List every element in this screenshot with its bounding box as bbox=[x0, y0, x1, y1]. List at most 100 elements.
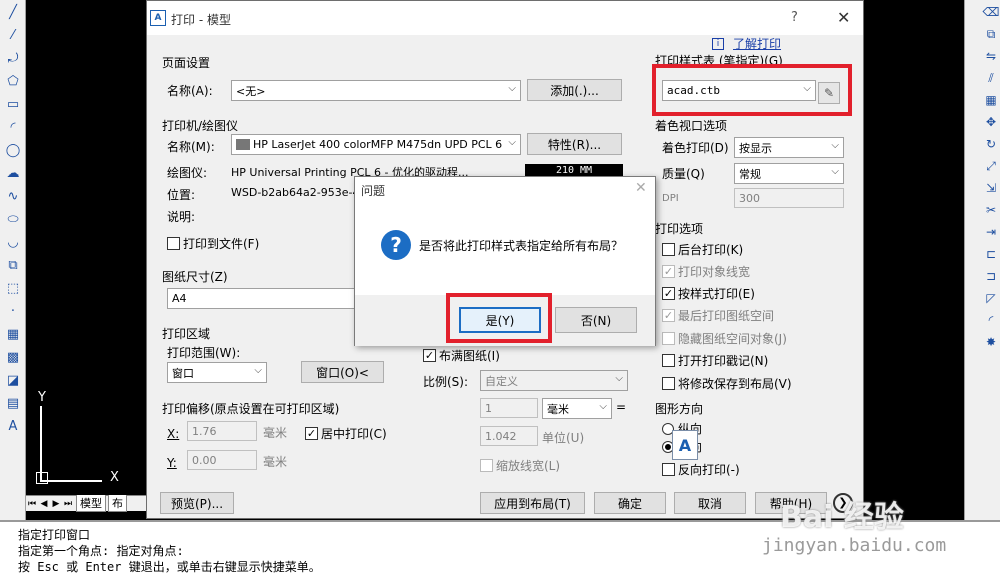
print-to-file-checkbox[interactable]: 打印到文件(F) bbox=[167, 235, 259, 252]
erase-tool-icon[interactable]: ⌫ bbox=[981, 2, 1000, 22]
apply-to-layout-button[interactable]: 应用到布局(T) bbox=[480, 492, 585, 514]
insert-block-tool-icon[interactable]: ⧉ bbox=[2, 254, 24, 276]
plot-stamp-checkbox[interactable]: 打开打印戳记(N) bbox=[662, 352, 768, 369]
polyline-tool-icon[interactable]: ⤾ bbox=[2, 47, 24, 69]
offset-y-field[interactable]: 0.00 bbox=[187, 450, 257, 470]
orientation-preview-icon: A bbox=[672, 430, 698, 460]
save-to-layout-checkbox[interactable]: 将修改保存到布局(V) bbox=[662, 375, 792, 392]
location-value: WSD-b2ab64a2-953e-436 bbox=[231, 186, 374, 199]
tab-layout[interactable]: 布 bbox=[108, 495, 127, 512]
info-icon: i bbox=[712, 38, 724, 50]
region-tool-icon[interactable]: ◪ bbox=[2, 369, 24, 391]
make-block-tool-icon[interactable]: ⬚ bbox=[2, 277, 24, 299]
background-plot-checkbox[interactable]: 后台打印(K) bbox=[662, 241, 743, 258]
scale-tool-icon[interactable]: ⤢ bbox=[981, 156, 1000, 176]
chamfer-tool-icon[interactable]: ◸ bbox=[981, 288, 1000, 308]
yes-button-highlight bbox=[446, 293, 552, 343]
plot-lineweights-checkbox[interactable]: ✓ 打印对象线宽 bbox=[662, 263, 750, 280]
gradient-tool-icon[interactable]: ▩ bbox=[2, 346, 24, 368]
command-line: 指定第一个角点: 指定对角点: bbox=[18, 544, 184, 558]
add-page-setup-button[interactable]: 添加(.)... bbox=[527, 79, 622, 101]
no-button[interactable]: 否(N) bbox=[555, 307, 637, 333]
printer-properties-button[interactable]: 特性(R)... bbox=[527, 133, 622, 155]
cancel-button[interactable]: 取消 bbox=[674, 492, 746, 514]
extend-tool-icon[interactable]: ⇥ bbox=[981, 222, 1000, 242]
axis-y-label: Y bbox=[38, 390, 46, 405]
fillet-tool-icon[interactable]: ◜ bbox=[981, 310, 1000, 330]
quality-select[interactable]: 常规 ⌵ bbox=[734, 163, 844, 184]
close-icon[interactable]: ✕ bbox=[635, 180, 647, 196]
shade-plot-select[interactable]: 按显示 ⌵ bbox=[734, 137, 844, 158]
ok-button[interactable]: 确定 bbox=[594, 492, 666, 514]
learn-print-link[interactable]: 了解打印 bbox=[733, 35, 781, 52]
scale-units-field[interactable]: 1.042 bbox=[480, 426, 538, 446]
dpi-field[interactable]: 300 bbox=[734, 188, 844, 208]
page-setup-name-select[interactable]: <无> ⌵ bbox=[231, 80, 521, 101]
preview-button[interactable]: 预览(P)... bbox=[160, 492, 234, 514]
quality-label: 质量(Q) bbox=[662, 167, 705, 181]
ellipse-tool-icon[interactable]: ⬭ bbox=[2, 208, 24, 230]
arc-tool-icon[interactable]: ◜ bbox=[2, 116, 24, 138]
paper-size-select[interactable]: A4 bbox=[167, 288, 367, 309]
ellipse-arc-tool-icon[interactable]: ◡ bbox=[2, 231, 24, 253]
ray-tool-icon[interactable]: ⁄ bbox=[2, 24, 24, 46]
table-tool-icon[interactable]: ▤ bbox=[2, 392, 24, 414]
scale-inches-field[interactable]: 1 bbox=[480, 398, 538, 418]
hatch-tool-icon[interactable]: ▦ bbox=[2, 323, 24, 345]
line-tool-icon[interactable]: ╱ bbox=[2, 1, 24, 23]
explode-tool-icon[interactable]: ✸ bbox=[981, 332, 1000, 352]
revcloud-tool-icon[interactable]: ☁ bbox=[2, 162, 24, 184]
close-icon[interactable]: ✕ bbox=[837, 8, 850, 27]
point-tool-icon[interactable]: · bbox=[2, 300, 24, 322]
scale-unit-label: 单位(U) bbox=[542, 431, 585, 445]
printer-name-select[interactable]: HP LaserJet 400 colorMFP M475dn UPD PCL … bbox=[231, 134, 521, 155]
polygon-tool-icon[interactable]: ⬠ bbox=[2, 70, 24, 92]
prev-tab-icon[interactable]: ◀ bbox=[38, 499, 50, 509]
mirror-tool-icon[interactable]: ⇋ bbox=[981, 46, 1000, 66]
circle-tool-icon[interactable]: ◯ bbox=[2, 139, 24, 161]
rectangle-tool-icon[interactable]: ▭ bbox=[2, 93, 24, 115]
hide-paperspace-objects-checkbox[interactable]: 隐藏图纸空间对象(J) bbox=[662, 330, 787, 347]
offset-tool-icon[interactable]: ⫽ bbox=[981, 68, 1000, 88]
axis-x-label: X bbox=[110, 470, 119, 485]
last-tab-icon[interactable]: ⏭ bbox=[62, 499, 74, 509]
equals-sign: = bbox=[616, 400, 627, 414]
baidu-watermark-url: jingyan.baidu.com bbox=[762, 535, 947, 556]
first-tab-icon[interactable]: ⏮ bbox=[26, 499, 38, 509]
plot-with-styles-checkbox[interactable]: ✓ 按样式打印(E) bbox=[662, 285, 755, 302]
question-message: 是否将此打印样式表指定给所有布局？ bbox=[419, 239, 624, 253]
plot-paperspace-last-checkbox[interactable]: ✓ 最后打印图纸空间 bbox=[662, 307, 774, 324]
scale-unit-select[interactable]: 毫米 ⌵ bbox=[542, 398, 612, 419]
array-tool-icon[interactable]: ▦ bbox=[981, 90, 1000, 110]
plot-options-title: 打印选项 bbox=[655, 222, 704, 236]
move-tool-icon[interactable]: ✥ bbox=[981, 112, 1000, 132]
center-plot-checkbox[interactable]: ✓ 居中打印(C) bbox=[305, 425, 387, 442]
offset-x-label: X: bbox=[167, 427, 180, 441]
window-select-button[interactable]: 窗口(O)< bbox=[301, 361, 384, 383]
modify-toolbar: ⌫ ⧉ ⇋ ⫽ ▦ ✥ ↻ ⤢ ⇲ ✂ ⇥ ⊏ ⊐ ◸ ◜ ✸ bbox=[964, 0, 1000, 520]
chevron-down-icon: ⌵ bbox=[615, 373, 623, 384]
help-icon[interactable]: ? bbox=[791, 10, 798, 25]
trim-tool-icon[interactable]: ✂ bbox=[981, 200, 1000, 220]
reverse-plot-checkbox[interactable]: 反向打印(-) bbox=[662, 461, 740, 478]
scale-ratio-select[interactable]: 自定义 ⌵ bbox=[480, 370, 628, 391]
page-setup-title: 页面设置 bbox=[162, 56, 211, 70]
scale-lineweight-checkbox[interactable]: 缩放线宽(L) bbox=[480, 457, 560, 474]
stretch-tool-icon[interactable]: ⇲ bbox=[981, 178, 1000, 198]
plotter-label: 绘图仪: bbox=[167, 166, 208, 180]
offset-x-field[interactable]: 1.76 bbox=[187, 421, 257, 441]
mtext-tool-icon[interactable]: A bbox=[2, 415, 24, 437]
tab-model[interactable]: 模型 bbox=[76, 495, 106, 512]
question-title: 问题 bbox=[361, 184, 386, 198]
join-tool-icon[interactable]: ⊐ bbox=[981, 266, 1000, 286]
print-range-select[interactable]: 窗口 ⌵ bbox=[167, 362, 267, 383]
spline-tool-icon[interactable]: ∿ bbox=[2, 185, 24, 207]
rotate-tool-icon[interactable]: ↻ bbox=[981, 134, 1000, 154]
orientation-title: 图形方向 bbox=[655, 402, 704, 416]
shaded-viewport-title: 着色视口选项 bbox=[655, 119, 728, 133]
break-tool-icon[interactable]: ⊏ bbox=[981, 244, 1000, 264]
copy-tool-icon[interactable]: ⧉ bbox=[981, 24, 1000, 44]
printer-section-title: 打印机/绘图仪 bbox=[162, 119, 239, 133]
next-tab-icon[interactable]: ▶ bbox=[50, 499, 62, 509]
fit-to-paper-checkbox[interactable]: ✓ 布满图纸(I) bbox=[423, 347, 500, 364]
